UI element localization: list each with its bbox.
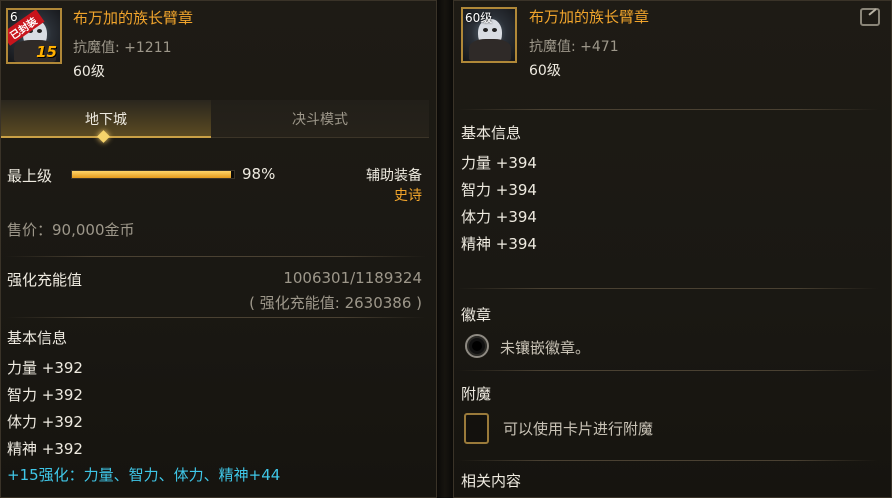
basic-info-title: 基本信息 bbox=[7, 329, 68, 347]
tab-pvp[interactable]: 决斗模式 bbox=[211, 100, 429, 138]
empty-emblem-slot-icon[interactable] bbox=[465, 334, 489, 358]
grade-bar bbox=[71, 170, 235, 179]
item-type: 辅助装备 bbox=[366, 168, 422, 184]
stat-intelligence: 智力 +394 bbox=[461, 181, 537, 199]
charge-label: 强化充能值 bbox=[7, 271, 83, 289]
charge-total: ( 强化充能值: 2630386 ) bbox=[249, 294, 422, 312]
resist-value: 抗魔值: +1211 bbox=[73, 40, 172, 56]
item-icon[interactable]: 60级 bbox=[461, 7, 517, 63]
resist-value: 抗魔值: +471 bbox=[529, 39, 619, 55]
stat-strength: 力量 +394 bbox=[461, 154, 537, 172]
left-item-tooltip: 6 已封装 15 布万加的族长臂章 抗魔值: +1211 60级 地下城 决斗模… bbox=[0, 0, 437, 498]
stat-spirit: 精神 +392 bbox=[7, 440, 83, 458]
stat-vitality: 体力 +394 bbox=[461, 208, 537, 226]
item-level: 60级 bbox=[529, 63, 561, 79]
basic-info-title: 基本信息 bbox=[461, 124, 522, 142]
enchant-card-slot-icon[interactable] bbox=[464, 413, 489, 444]
sell-price: 售价：90,000金币 bbox=[7, 221, 135, 239]
item-level: 60级 bbox=[73, 64, 105, 80]
item-rarity: 史诗 bbox=[394, 188, 422, 204]
emblem-text: 未镶嵌徽章。 bbox=[500, 339, 591, 357]
stat-spirit: 精神 +394 bbox=[461, 235, 537, 253]
item-name: 布万加的族长臂章 bbox=[529, 8, 650, 26]
related-title: 相关内容 bbox=[461, 472, 522, 490]
enchant-text: 可以使用卡片进行附魔 bbox=[503, 420, 654, 438]
stat-strength: 力量 +392 bbox=[7, 359, 83, 377]
emblem-title: 徽章 bbox=[461, 306, 492, 324]
item-name: 布万加的族长臂章 bbox=[73, 9, 194, 27]
share-icon[interactable] bbox=[860, 8, 880, 26]
icon-level: 60级 bbox=[465, 11, 493, 25]
enhance-bonus: +15强化：力量、智力、体力、精神+44 bbox=[7, 466, 281, 484]
item-icon[interactable]: 6 已封装 15 bbox=[6, 8, 62, 64]
stat-vitality: 体力 +392 bbox=[7, 413, 83, 431]
grade-bar-fill bbox=[72, 171, 231, 178]
charge-value: 1006301/1189324 bbox=[283, 269, 422, 287]
grade-percent: 98% bbox=[242, 165, 276, 183]
enhance-level-badge: 15 bbox=[36, 43, 57, 61]
grade-label: 最上级 bbox=[7, 167, 53, 185]
stat-intelligence: 智力 +392 bbox=[7, 386, 83, 404]
enchant-title: 附魔 bbox=[461, 385, 492, 403]
